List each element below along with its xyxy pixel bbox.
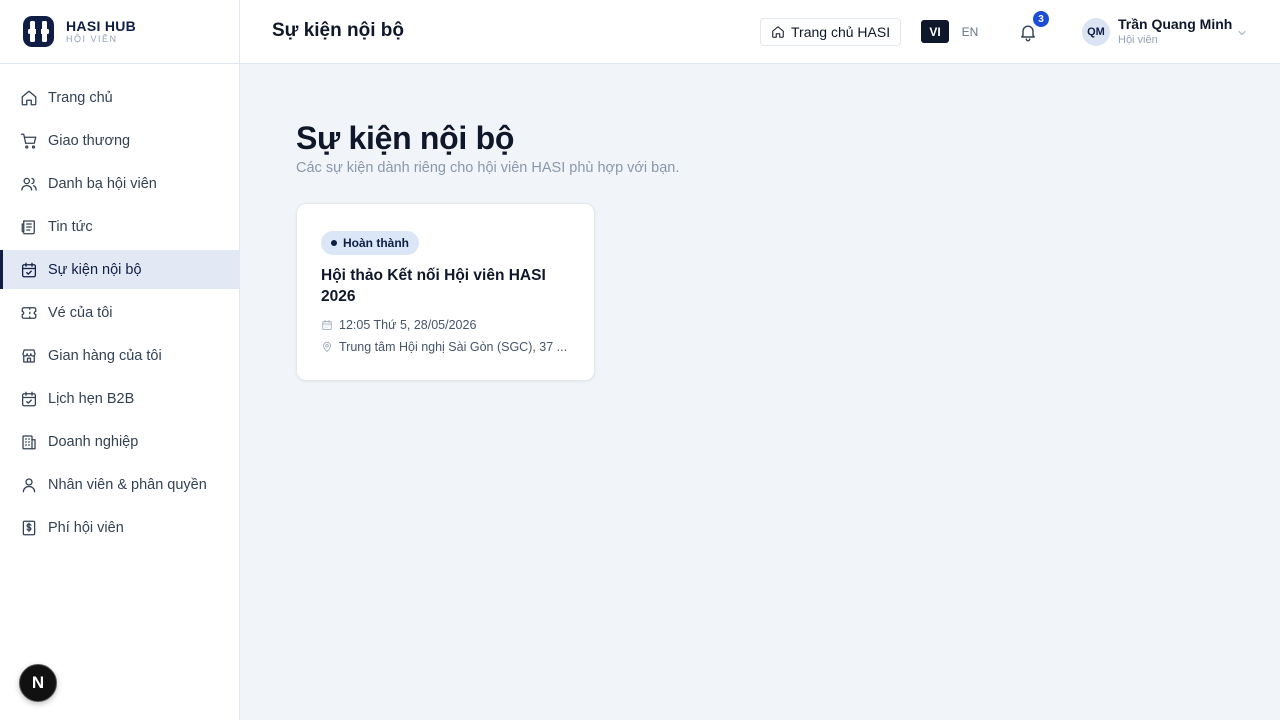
sidebar-item-label: Giao thương [48,132,131,149]
home-icon [772,26,784,38]
sidebar: HASI HUB HỘI VIÊN Trang chủ Giao thương … [0,0,240,720]
event-card[interactable]: Hoàn thành Hội thảo Kết nối Hội viên HAS… [296,203,595,381]
map-pin-icon [323,341,331,352]
ticket-icon [20,304,38,322]
hasi-home-label: Trang chủ HASI [791,24,891,40]
sidebar-item-label: Lịch hẹn B2B [48,390,135,407]
hasi-logo-icon [23,16,54,47]
sidebar-nav: Trang chủ Giao thương Danh bạ hội viên T… [0,64,239,547]
calendar-check-icon [20,261,38,279]
page-heading: Sự kiện nội bộ [296,120,515,156]
status-dot-icon [331,240,337,246]
sidebar-item-label: Phí hội viên [48,519,124,536]
sidebar-item-news[interactable]: Tin tức [0,207,239,246]
cart-icon [20,132,38,150]
sidebar-item-my-tickets[interactable]: Vé của tôi [0,293,239,332]
sidebar-item-label: Danh bạ hội viên [48,175,157,192]
sidebar-item-enterprise[interactable]: Doanh nghiệp [0,422,239,461]
brand-name: HASI HUB [66,18,137,34]
sidebar-item-label: Trang chủ [48,89,113,106]
user-menu[interactable]: Trần Quang Minh Hội viên [1118,16,1232,47]
store-icon [20,347,38,365]
sidebar-item-label: Doanh nghiệp [48,433,139,450]
sidebar-item-label: Sự kiện nội bộ [48,261,142,278]
user-name: Trần Quang Minh [1118,16,1233,32]
user-icon [20,476,38,494]
language-en-button[interactable]: EN [956,20,984,43]
avatar[interactable]: QM [1082,18,1110,46]
nextjs-dev-badge[interactable]: N [19,664,57,702]
sidebar-item-my-booth[interactable]: Gian hàng của tôi [0,336,239,375]
sidebar-item-home[interactable]: Trang chủ [0,78,239,117]
calendar-icon [322,319,332,330]
home-icon [20,89,38,107]
event-datetime-text: 12:05 Thứ 5, 28/05/2026 [339,317,477,332]
sidebar-item-internal-events[interactable]: Sự kiện nội bộ [0,250,239,289]
topbar: Sự kiện nội bộ Trang chủ HASI VI EN 3 QM… [240,0,1280,64]
sidebar-item-label: Nhân viên & phân quyền [48,476,207,493]
chevron-down-icon[interactable] [1236,26,1248,38]
users-icon [20,175,38,193]
event-location: Trung tâm Hội nghị Sài Gòn (SGC), 37 ... [321,338,570,355]
main-content: Sự kiện nội bộ Các sự kiện dành riêng ch… [240,64,1280,720]
sidebar-item-trade[interactable]: Giao thương [0,121,239,160]
brand[interactable]: HASI HUB HỘI VIÊN [0,0,239,64]
brand-subtitle: HỘI VIÊN [66,34,118,44]
nextjs-badge-label: N [31,673,45,692]
hasi-home-button[interactable]: Trang chủ HASI [760,18,902,46]
status-badge: Hoàn thành [321,231,419,255]
sidebar-item-b2b-meetings[interactable]: Lịch hẹn B2B [0,379,239,418]
newspaper-icon [20,218,38,236]
language-vi-button[interactable]: VI [921,20,949,43]
building-icon [20,433,38,451]
sidebar-item-member-directory[interactable]: Danh bạ hội viên [0,164,239,203]
page-subtitle: Các sự kiện dành riêng cho hội viên HASI… [296,160,680,176]
page-title: Sự kiện nội bộ [272,20,404,41]
sidebar-item-label: Tin tức [48,218,93,235]
status-label: Hoàn thành [343,236,409,250]
sidebar-item-label: Gian hàng của tôi [48,347,162,364]
calendar-check-icon [20,390,38,408]
sidebar-item-staff-permissions[interactable]: Nhân viên & phân quyền [0,465,239,504]
event-datetime: 12:05 Thứ 5, 28/05/2026 [321,316,570,333]
event-title: Hội thảo Kết nối Hội viên HASI 2026 [321,267,546,305]
event-location-text: Trung tâm Hội nghị Sài Gòn (SGC), 37 ... [339,339,568,354]
sidebar-item-membership-fee[interactable]: Phí hội viên [0,508,239,547]
sidebar-item-label: Vé của tôi [48,304,113,321]
user-role: Hội viên [1118,34,1158,46]
notification-count-badge: 3 [1032,10,1050,28]
dollar-receipt-icon [20,519,38,537]
